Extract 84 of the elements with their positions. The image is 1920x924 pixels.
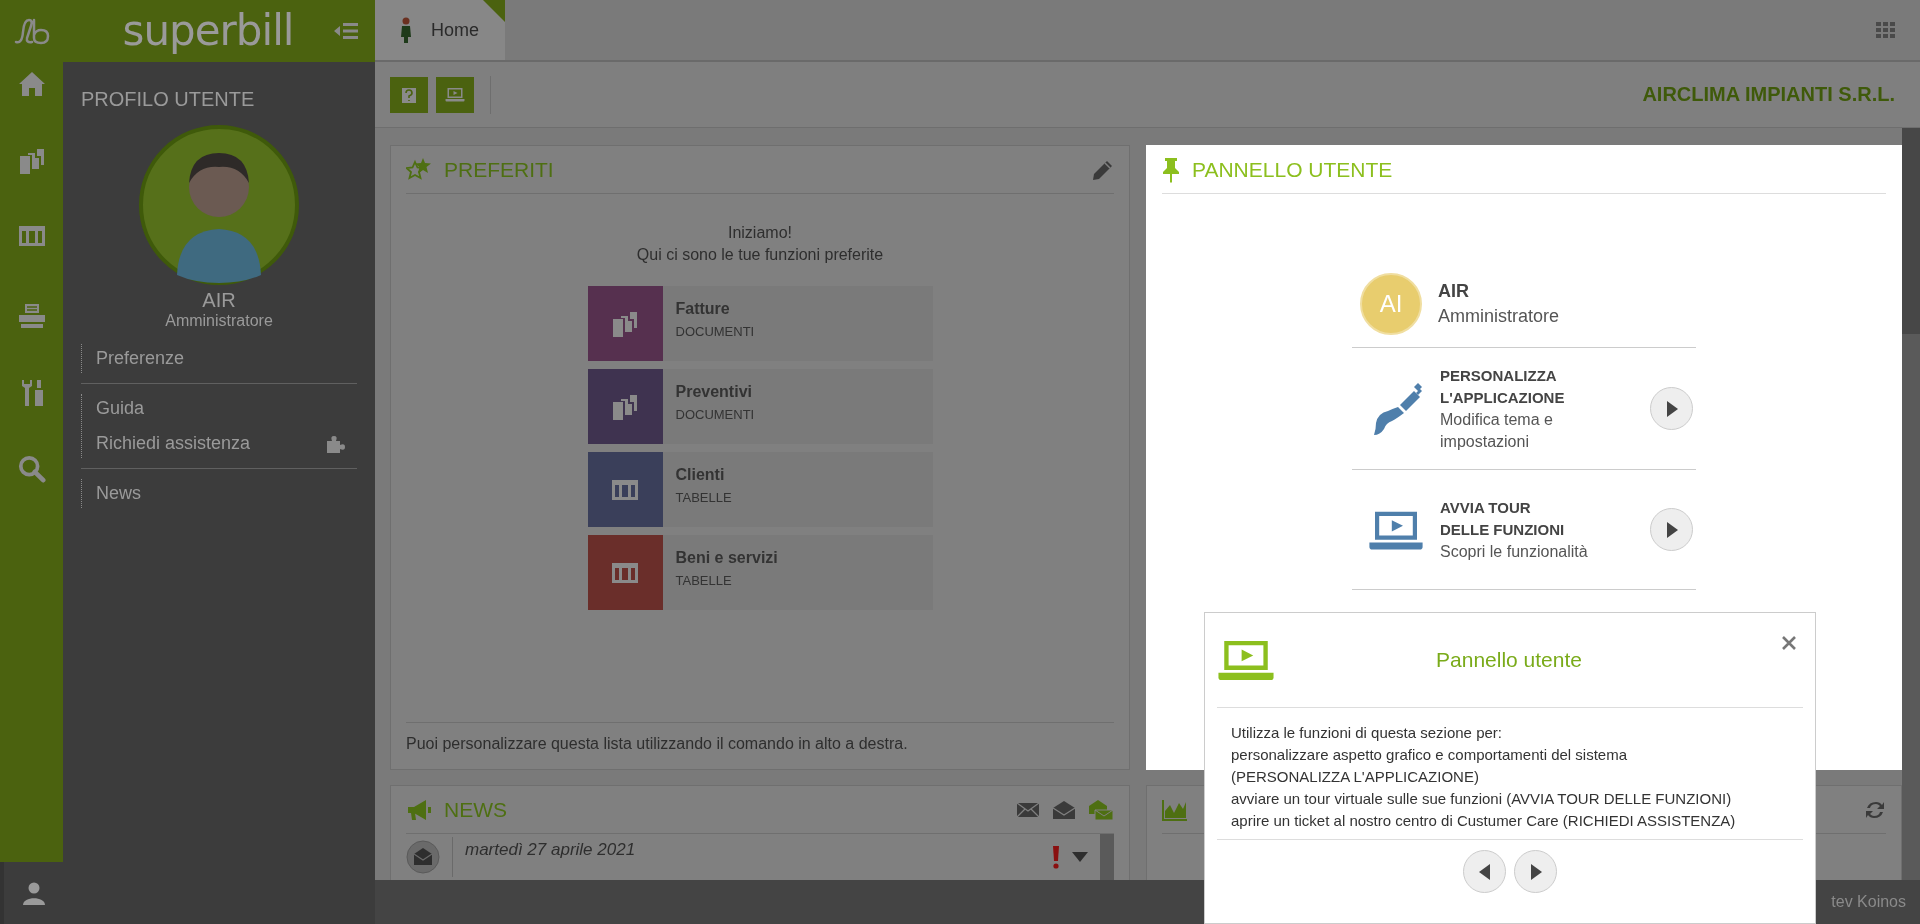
documents-icon bbox=[611, 392, 639, 421]
user-name: AIR bbox=[1438, 280, 1470, 302]
caret-down-icon[interactable] bbox=[1072, 852, 1088, 862]
sidebar-item[interactable]: News bbox=[96, 483, 141, 504]
hint-text: Puoi personalizzare questa lista utilizzando il comando in alto a destra. bbox=[406, 722, 1114, 769]
scrollbar[interactable] bbox=[1902, 128, 1920, 880]
play-button[interactable] bbox=[1650, 387, 1693, 430]
apps-grid-icon[interactable] bbox=[1876, 22, 1896, 38]
tile-title: Clienti bbox=[675, 466, 726, 484]
tile-category: TABELLE bbox=[675, 490, 732, 505]
popup-text: avviare un tour virtuale sulle sue funzioni (AVVIA TOUR DELLE FUNZIONI) bbox=[1231, 789, 1733, 809]
popup-text: personalizzare aspetto grafico e comportamenti del sistema bbox=[1231, 745, 1629, 765]
intro-text: Iniziamo! Qui ci sono le tue funzioni preferite bbox=[636, 223, 884, 265]
tab[interactable]: Home bbox=[375, 0, 505, 60]
section-title: PROFILO UTENTE bbox=[81, 88, 256, 111]
close-icon[interactable] bbox=[1781, 635, 1797, 651]
table-icon[interactable] bbox=[17, 224, 46, 248]
company-name: AIRCLIMA IMPIANTI S.R.L. bbox=[1642, 83, 1895, 106]
favorite-tile[interactable]: Preventivi DOCUMENTI bbox=[587, 369, 933, 444]
user-role: Amministratore bbox=[164, 312, 274, 330]
printer-icon[interactable] bbox=[17, 301, 46, 329]
sidebar-item[interactable]: Richiedi assistenza bbox=[96, 433, 251, 454]
popup-text: aprire un ticket al nostro centro di Custumer Care (RICHIEDI ASSISTENZA) bbox=[1231, 811, 1737, 831]
favorite-tile[interactable]: Clienti TABELLE bbox=[587, 452, 933, 527]
action-title: AVVIA TOUR DELLE FUNZIONI bbox=[1440, 497, 1566, 540]
home-icon[interactable] bbox=[17, 70, 46, 98]
panel-title: PREFERITI bbox=[444, 157, 554, 182]
user-icon[interactable] bbox=[21, 881, 46, 905]
popup-title: Pannello utente bbox=[1435, 648, 1583, 672]
play-button[interactable] bbox=[1650, 508, 1693, 551]
status-text: tev Koinos bbox=[1831, 893, 1906, 911]
user-name: AIR bbox=[201, 289, 237, 312]
help-book-icon bbox=[401, 85, 417, 104]
sidebar-item[interactable]: Guida bbox=[96, 398, 145, 419]
sidebar-item[interactable]: Preferenze bbox=[96, 348, 185, 369]
app-logo: superbill bbox=[121, 5, 295, 57]
star-icon bbox=[406, 157, 432, 182]
scrollbar[interactable] bbox=[1100, 834, 1114, 880]
avatar-icon bbox=[139, 125, 299, 285]
panel-title: PANNELLO UTENTE bbox=[1192, 157, 1393, 182]
tile-title: Fatture bbox=[675, 300, 731, 318]
help-button[interactable] bbox=[390, 76, 428, 113]
action-title: PERSONALIZZA L'APPLICAZIONE bbox=[1440, 365, 1566, 408]
tile-category: DOCUMENTI bbox=[675, 324, 755, 339]
play-icon bbox=[1664, 520, 1679, 539]
tour-button[interactable] bbox=[436, 76, 474, 113]
megaphone-icon bbox=[406, 797, 432, 822]
favorite-tile[interactable]: Beni e servizi TABELLE bbox=[587, 535, 933, 610]
popup-text: Utilizza le funzioni di questa sezione per: bbox=[1231, 723, 1503, 743]
documents-icon[interactable] bbox=[17, 147, 46, 175]
user-role: Amministratore bbox=[1438, 305, 1560, 327]
person-icon bbox=[399, 17, 413, 43]
search-icon[interactable] bbox=[17, 455, 46, 483]
tile-category: DOCUMENTI bbox=[675, 407, 755, 422]
table-icon bbox=[611, 477, 639, 502]
tile-category: TABELLE bbox=[675, 573, 733, 588]
next-button[interactable] bbox=[1514, 850, 1557, 893]
action-description: Modifica tema e impostazioni bbox=[1440, 409, 1554, 452]
caret-left-icon bbox=[1477, 862, 1492, 881]
favorite-tile[interactable]: Fatture DOCUMENTI bbox=[587, 286, 933, 361]
open-envelope-icon[interactable] bbox=[1052, 799, 1076, 820]
tile-title: Preventivi bbox=[675, 383, 753, 401]
laptop-play-icon bbox=[1217, 638, 1275, 682]
tile-title: Beni e servizi bbox=[675, 549, 778, 567]
collapse-menu-icon[interactable] bbox=[333, 21, 359, 41]
table-icon bbox=[611, 560, 639, 585]
play-icon bbox=[1664, 399, 1679, 418]
envelopes-icon[interactable] bbox=[1088, 798, 1114, 821]
scrollbar-thumb[interactable] bbox=[1902, 128, 1920, 334]
previous-button[interactable] bbox=[1463, 850, 1506, 893]
panel-title: NEWS bbox=[444, 797, 507, 822]
news-date: martedì 27 aprile 2021 bbox=[465, 840, 636, 860]
caret-right-icon bbox=[1528, 862, 1543, 881]
edit-pencil-icon[interactable] bbox=[1092, 158, 1114, 181]
envelope-icon[interactable] bbox=[1016, 801, 1040, 818]
popup-text: (PERSONALIZZA L'APPLICAZIONE) bbox=[1231, 767, 1480, 787]
initials-avatar: AI bbox=[1360, 272, 1422, 335]
envelope-icon bbox=[406, 840, 440, 874]
laptop-play-icon bbox=[445, 87, 465, 102]
chart-icon bbox=[1162, 798, 1188, 821]
puzzle-icon bbox=[325, 433, 347, 454]
documents-icon bbox=[611, 309, 639, 338]
action-description: Scopri le funzionalità bbox=[1440, 541, 1589, 562]
pin-icon bbox=[1162, 156, 1180, 183]
